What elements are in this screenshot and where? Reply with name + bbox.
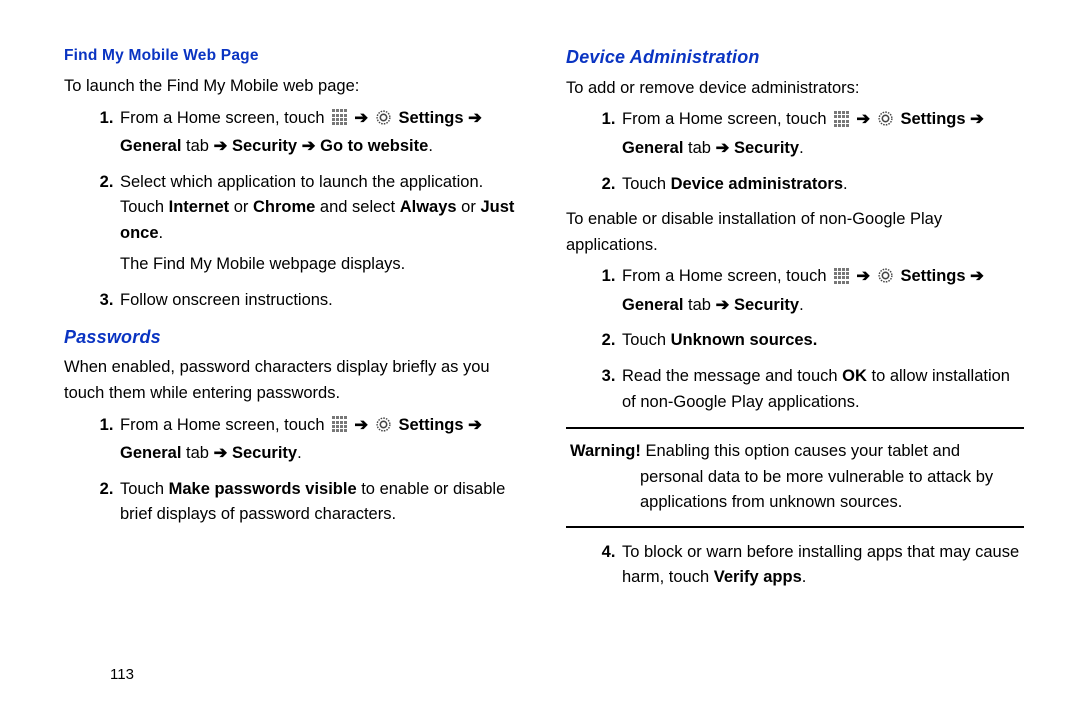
np-step-2: Touch Unknown sources.: [620, 328, 1024, 354]
gear-icon: [375, 416, 392, 442]
arrow-icon: ➔: [302, 137, 316, 155]
verify-apps-label: Verify apps: [714, 568, 802, 586]
settings-label: Settings: [398, 416, 463, 434]
settings-label: Settings: [900, 267, 965, 285]
pw-step-2: Touch Make passwords visible to enable o…: [118, 477, 522, 528]
step-subtext: The Find My Mobile webpage displays.: [120, 252, 522, 278]
arrow-icon: ➔: [354, 109, 368, 127]
pw-step-1: From a Home screen, touch ➔ Settings ➔ G…: [118, 413, 522, 467]
nonplay-intro: To enable or disable installation of non…: [566, 207, 1024, 258]
page-number: 113: [110, 663, 134, 686]
settings-label: Settings: [900, 110, 965, 128]
period: .: [799, 296, 804, 314]
find-step-2: Select which application to launch the a…: [118, 170, 522, 278]
find-step-3: Follow onscreen instructions.: [118, 288, 522, 314]
step-text: Touch: [622, 331, 671, 349]
arrow-icon: ➔: [468, 109, 482, 127]
step-text: Touch: [120, 480, 169, 498]
internet-label: Internet: [169, 198, 230, 216]
da-step-1: From a Home screen, touch ➔ Settings ➔ G…: [620, 107, 1024, 161]
arrow-icon: ➔: [468, 416, 482, 434]
make-pw-visible-label: Make passwords visible: [169, 480, 357, 498]
device-admin-intro: To add or remove device administrators:: [566, 76, 1024, 102]
security-label: Security: [734, 296, 799, 314]
arrow-icon: ➔: [716, 296, 730, 314]
find-steps: From a Home screen, touch ➔ Settings ➔ G…: [64, 106, 522, 314]
nonplay-steps: From a Home screen, touch ➔ Settings ➔ G…: [566, 264, 1024, 415]
arrow-icon: ➔: [856, 110, 870, 128]
step-text: From a Home screen, touch: [120, 416, 329, 434]
general-label: General: [120, 137, 181, 155]
tab-word: tab: [683, 139, 715, 157]
passwords-intro: When enabled, password characters displa…: [64, 355, 522, 406]
step-text: Read the message and touch: [622, 367, 842, 385]
period: .: [802, 568, 807, 586]
general-label: General: [120, 444, 181, 462]
tab-word: tab: [181, 444, 213, 462]
goto-website-label: Go to website: [320, 137, 428, 155]
ok-label: OK: [842, 367, 867, 385]
period: .: [799, 139, 804, 157]
security-label: Security: [232, 137, 297, 155]
device-administrators-label: Device administrators: [671, 175, 843, 193]
apps-icon: [331, 109, 348, 126]
general-label: General: [622, 296, 683, 314]
warning-label: Warning!: [570, 442, 641, 460]
warning-text-first: Enabling this option causes your tablet …: [641, 442, 960, 460]
security-label: Security: [734, 139, 799, 157]
arrow-icon: ➔: [354, 416, 368, 434]
arrow-icon: ➔: [970, 267, 984, 285]
arrow-icon: ➔: [716, 139, 730, 157]
step-text: To block or warn before installing apps …: [622, 543, 1019, 587]
step-text: From a Home screen, touch: [120, 109, 329, 127]
period: .: [843, 175, 848, 193]
step-text: Touch: [622, 175, 671, 193]
period: .: [297, 444, 302, 462]
heading-passwords: Passwords: [64, 324, 522, 352]
heading-device-admin: Device Administration: [566, 44, 1024, 72]
tab-word: tab: [181, 137, 213, 155]
gear-icon: [877, 110, 894, 136]
gear-icon: [877, 267, 894, 293]
apps-icon: [331, 416, 348, 433]
device-admin-steps: From a Home screen, touch ➔ Settings ➔ G…: [566, 107, 1024, 197]
left-column: Find My Mobile Web Page To launch the Fi…: [64, 44, 522, 601]
warning-text-rest: personal data to be more vulnerable to a…: [570, 465, 1020, 516]
always-label: Always: [400, 198, 457, 216]
arrow-icon: ➔: [214, 444, 228, 462]
heading-find-my-mobile: Find My Mobile Web Page: [64, 44, 522, 68]
passwords-steps: From a Home screen, touch ➔ Settings ➔ G…: [64, 413, 522, 528]
general-label: General: [622, 139, 683, 157]
np-step-4: To block or warn before installing apps …: [620, 540, 1024, 591]
find-step-1: From a Home screen, touch ➔ Settings ➔ G…: [118, 106, 522, 160]
nonplay-steps-cont: To block or warn before installing apps …: [566, 540, 1024, 591]
apps-icon: [833, 268, 850, 285]
arrow-icon: ➔: [970, 110, 984, 128]
step-text: From a Home screen, touch: [622, 110, 831, 128]
tab-word: tab: [683, 296, 715, 314]
np-step-1: From a Home screen, touch ➔ Settings ➔ G…: [620, 264, 1024, 318]
warning-note: Warning! Enabling this option causes you…: [566, 427, 1024, 528]
arrow-icon: ➔: [214, 137, 228, 155]
period: .: [159, 224, 164, 242]
right-column: Device Administration To add or remove d…: [566, 44, 1024, 601]
step-text: From a Home screen, touch: [622, 267, 831, 285]
security-label: Security: [232, 444, 297, 462]
or-word: or: [457, 198, 481, 216]
or-word: or: [229, 198, 253, 216]
chrome-label: Chrome: [253, 198, 315, 216]
settings-label: Settings: [398, 109, 463, 127]
apps-icon: [833, 111, 850, 128]
arrow-icon: ➔: [856, 267, 870, 285]
period: .: [428, 137, 433, 155]
gear-icon: [375, 109, 392, 135]
find-intro: To launch the Find My Mobile web page:: [64, 74, 522, 100]
np-step-3: Read the message and touch OK to allow i…: [620, 364, 1024, 415]
da-step-2: Touch Device administrators.: [620, 172, 1024, 198]
unknown-sources-label: Unknown sources.: [671, 331, 818, 349]
and-select: and select: [315, 198, 399, 216]
